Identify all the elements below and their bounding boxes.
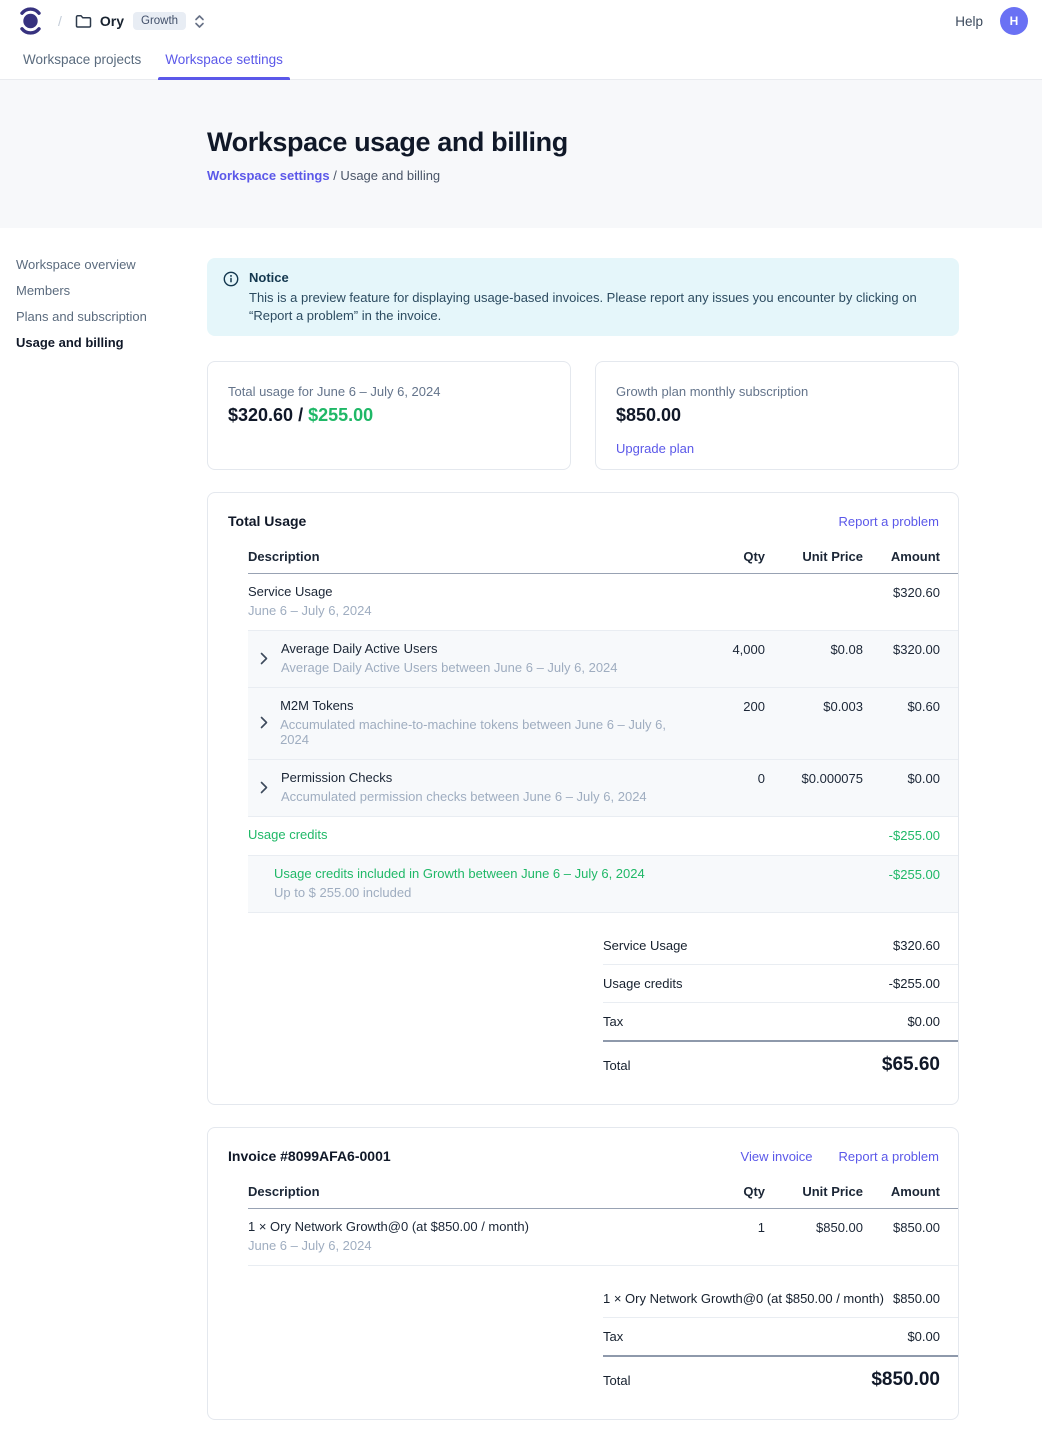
table-row-usage-credits-included: Usage credits included in Growth between… — [248, 856, 958, 913]
total-usage-header: Total Usage Report a problem — [228, 513, 958, 529]
notice-text: Notice This is a preview feature for dis… — [249, 270, 943, 324]
row-description: Permission Checks Accumulated permission… — [248, 770, 677, 804]
workspace-tabs: Workspace projects Workspace settings — [0, 42, 1042, 80]
summary-cards: Total usage for June 6 – July 6, 2024 $3… — [207, 361, 959, 470]
usage-separator: / — [293, 405, 308, 425]
row-description: Average Daily Active Users Average Daily… — [248, 641, 677, 675]
summary-row-tax: Tax $0.00 — [603, 1318, 958, 1357]
settings-sidebar: Workspace overview Members Plans and sub… — [0, 258, 207, 1420]
upgrade-plan-link[interactable]: Upgrade plan — [616, 441, 694, 456]
breadcrumb-workspace-settings-link[interactable]: Workspace settings — [207, 168, 330, 183]
usage-table: Description Qty Unit Price Amount Servic… — [248, 549, 958, 1098]
summary-row-total: Total $65.60 — [603, 1042, 958, 1098]
help-link[interactable]: Help — [955, 14, 983, 29]
invoice-totals-summary: 1 × Ory Network Growth@0 (at $850.00 / m… — [603, 1280, 958, 1413]
col-amount: Amount — [863, 549, 958, 573]
workspace-name: Ory — [100, 13, 124, 29]
summary-row-usage-credits: Usage credits -$255.00 — [603, 965, 958, 1003]
sidebar-item-usage-and-billing[interactable]: Usage and billing — [16, 336, 207, 349]
chevron-right-icon[interactable] — [255, 781, 273, 794]
row-description: M2M Tokens Accumulated machine-to-machin… — [248, 698, 677, 747]
col-unit-price: Unit Price — [765, 549, 863, 573]
summary-row-service-usage: Service Usage $320.60 — [603, 927, 958, 965]
table-row-service-usage: Service Usage June 6 – July 6, 2024 $320… — [248, 574, 958, 631]
report-problem-link[interactable]: Report a problem — [839, 1149, 939, 1164]
row-description: Service Usage June 6 – July 6, 2024 — [248, 584, 677, 618]
total-usage-title: Total Usage — [228, 513, 839, 529]
page-header: Workspace usage and billing Workspace se… — [0, 80, 1042, 228]
usage-credit-amount: $255.00 — [308, 405, 373, 425]
chevron-right-icon[interactable] — [255, 652, 273, 665]
sidebar-item-members[interactable]: Members — [16, 284, 207, 297]
notice-title: Notice — [249, 270, 943, 285]
breadcrumb: Workspace settings / Usage and billing — [207, 168, 1042, 183]
summary-row-total: Total $850.00 — [603, 1357, 958, 1413]
usage-totals-summary: Service Usage $320.60 Usage credits -$25… — [603, 927, 958, 1098]
summary-row-tax: Tax $0.00 — [603, 1003, 958, 1042]
main-layout: Workspace overview Members Plans and sub… — [0, 228, 1042, 1436]
workspace-switcher[interactable]: Ory Growth — [75, 12, 205, 30]
col-amount: Amount — [863, 1184, 958, 1208]
invoice-title: Invoice #8099AFA6-0001 — [228, 1148, 741, 1164]
report-problem-link[interactable]: Report a problem — [839, 514, 939, 529]
tab-workspace-projects[interactable]: Workspace projects — [16, 42, 148, 79]
breadcrumb-current: / Usage and billing — [330, 168, 441, 183]
total-usage-section: Total Usage Report a problem Description… — [207, 492, 959, 1105]
table-row-m2m-tokens[interactable]: M2M Tokens Accumulated machine-to-machin… — [248, 688, 958, 760]
col-qty: Qty — [677, 1184, 765, 1208]
topbar: / Ory Growth Help H — [0, 0, 1042, 42]
content-column: Notice This is a preview feature for dis… — [207, 258, 959, 1420]
avatar[interactable]: H — [1000, 7, 1028, 35]
table-row-permission-checks[interactable]: Permission Checks Accumulated permission… — [248, 760, 958, 817]
folder-icon — [75, 14, 92, 29]
row-description: 1 × Ory Network Growth@0 (at $850.00 / m… — [248, 1219, 677, 1253]
summary-row-plan-line: 1 × Ory Network Growth@0 (at $850.00 / m… — [603, 1280, 958, 1318]
table-row-usage-credits: Usage credits -$255.00 — [248, 817, 958, 856]
chevron-right-icon[interactable] — [255, 716, 272, 729]
notice-body: This is a preview feature for displaying… — [249, 289, 943, 324]
notice-banner: Notice This is a preview feature for dis… — [207, 258, 959, 336]
table-row-invoice-line: 1 × Ory Network Growth@0 (at $850.00 / m… — [248, 1209, 958, 1266]
invoice-table-header: Description Qty Unit Price Amount — [248, 1184, 958, 1209]
invoice-section: Invoice #8099AFA6-0001 View invoice Repo… — [207, 1127, 959, 1420]
plan-badge: Growth — [133, 12, 186, 30]
view-invoice-link[interactable]: View invoice — [741, 1149, 813, 1164]
tab-workspace-settings[interactable]: Workspace settings — [158, 42, 290, 79]
ory-logo-icon[interactable] — [18, 6, 43, 36]
breadcrumb-separator: / — [58, 13, 62, 29]
total-usage-card: Total usage for June 6 – July 6, 2024 $3… — [207, 361, 571, 470]
sidebar-item-workspace-overview[interactable]: Workspace overview — [16, 258, 207, 271]
col-description: Description — [248, 1184, 677, 1208]
total-usage-value: $320.60 / $255.00 — [228, 405, 550, 426]
invoice-table: Description Qty Unit Price Amount 1 × Or… — [248, 1184, 958, 1413]
plan-value: $850.00 — [616, 405, 938, 426]
col-description: Description — [248, 549, 677, 573]
sidebar-item-plans-and-subscription[interactable]: Plans and subscription — [16, 310, 207, 323]
chevron-updown-icon[interactable] — [194, 14, 205, 29]
total-usage-label: Total usage for June 6 – July 6, 2024 — [228, 384, 550, 399]
table-row-average-daily-active-users[interactable]: Average Daily Active Users Average Daily… — [248, 631, 958, 688]
col-unit-price: Unit Price — [765, 1184, 863, 1208]
plan-subscription-card: Growth plan monthly subscription $850.00… — [595, 361, 959, 470]
row-description: Usage credits — [248, 827, 677, 842]
row-description: Usage credits included in Growth between… — [248, 866, 677, 900]
col-qty: Qty — [677, 549, 765, 573]
info-icon — [223, 271, 239, 324]
invoice-header: Invoice #8099AFA6-0001 View invoice Repo… — [228, 1148, 958, 1164]
usage-table-header: Description Qty Unit Price Amount — [248, 549, 958, 574]
page-title: Workspace usage and billing — [207, 126, 1042, 158]
usage-amount: $320.60 — [228, 405, 293, 425]
plan-label: Growth plan monthly subscription — [616, 384, 938, 399]
